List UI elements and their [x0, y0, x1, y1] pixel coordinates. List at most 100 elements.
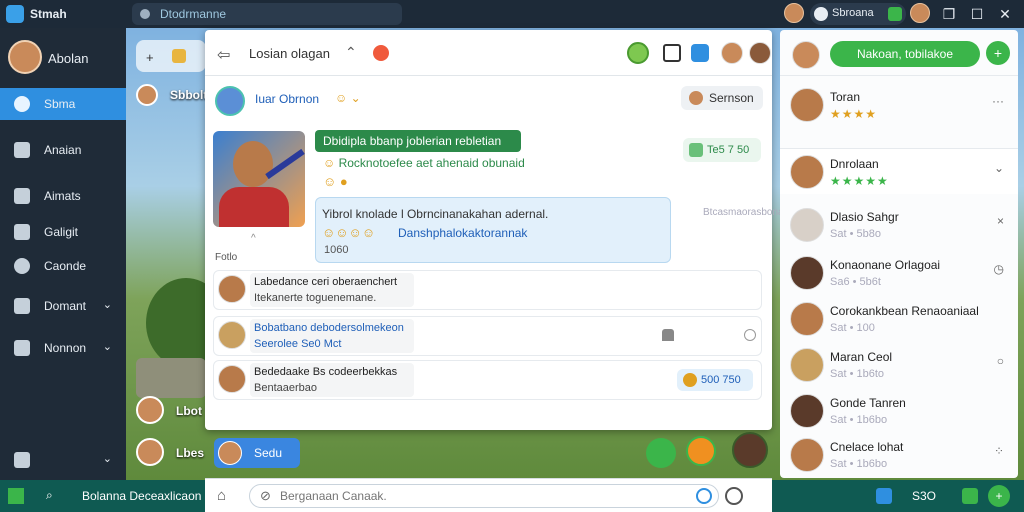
dollar-icon[interactable]: [962, 488, 978, 504]
avatar[interactable]: [910, 3, 930, 23]
restore-icon[interactable]: ❐: [940, 5, 958, 23]
friend-item[interactable]: Dnrolaan ★★★★★ ⌄: [780, 148, 1018, 194]
game-player[interactable]: Lbes: [136, 438, 206, 470]
friend-name: Cnelace lohat: [830, 440, 904, 454]
grid-icon[interactable]: ⁘: [994, 444, 1004, 458]
maximize-icon[interactable]: ☐: [968, 5, 986, 23]
clock-icon[interactable]: ◷: [994, 262, 1004, 276]
avatar: [136, 438, 164, 466]
sidebar-item-games[interactable]: Galigit: [0, 216, 126, 248]
friend-item[interactable]: Corokankbean Renaoaniaal Sat • 100: [780, 296, 1018, 342]
message-link[interactable]: Danshphalokaktorannak: [398, 226, 527, 240]
sidebar-item-upload[interactable]: ⌄: [0, 444, 126, 476]
search-bar[interactable]: Dtodrmanne: [132, 3, 402, 25]
tag-chip[interactable]: Sernson: [681, 86, 763, 110]
avatar: [790, 155, 824, 189]
collapse-caret[interactable]: ^: [251, 233, 256, 244]
user-pill[interactable]: Sbroana: [810, 3, 906, 25]
list-item[interactable]: Labedance ceri oberaenchert Itekanerte t…: [213, 270, 762, 310]
list-item[interactable]: Bobatbano debodersolmekeon Seerolee Se0 …: [213, 316, 762, 356]
close-icon[interactable]: ✕: [996, 5, 1014, 23]
friend-item[interactable]: Gonde Tanren Sat • 1b6bo: [780, 388, 1018, 434]
trophy-icon: [172, 49, 186, 63]
back-arrow-icon[interactable]: ⇦: [217, 45, 230, 65]
plus-icon[interactable]: +: [988, 485, 1010, 507]
game-player[interactable]: Sbbolt: [136, 84, 207, 116]
avatar[interactable]: [784, 3, 804, 23]
plus-icon[interactable]: +: [986, 41, 1010, 65]
message-text: Rocknotoefee aet ahenaid obunaid: [338, 156, 525, 170]
avatar: [790, 348, 824, 382]
avatar: [790, 256, 824, 290]
windows-start-icon[interactable]: [8, 488, 24, 504]
add-friends-button[interactable]: Nakoan, tobilakoe: [830, 41, 980, 67]
chevron-down-icon: ⌄: [102, 453, 112, 465]
message-field[interactable]: ⊘: [249, 484, 719, 508]
message-bubble: Dbidipla bbanp joblerian rebletian: [315, 130, 521, 152]
sidebar-profile[interactable]: Abolan: [6, 38, 120, 78]
reaction-count: 500 750: [701, 374, 741, 386]
emoji-icon[interactable]: [725, 487, 743, 505]
friend-status: Sat • 5b8o: [830, 228, 881, 240]
list-item[interactable]: Bededaake Bs codeerbekkas Bentaaerbao 50…: [213, 360, 762, 400]
avatar[interactable]: [721, 42, 743, 64]
voice-icon[interactable]: [627, 42, 649, 64]
avatar[interactable]: [749, 42, 771, 64]
game-player[interactable]: Lbot: [136, 396, 206, 428]
friend-status: Sa6 • 5b6t: [830, 276, 881, 288]
notification-icon[interactable]: [691, 44, 709, 62]
close-icon[interactable]: ×: [997, 214, 1004, 228]
attach-icon[interactable]: ⊘: [260, 488, 271, 504]
info-icon: [814, 7, 828, 21]
checkbox[interactable]: [744, 329, 756, 341]
reaction-badge[interactable]: 500 750: [677, 369, 753, 391]
message-input[interactable]: [280, 489, 660, 503]
user-pill-label: Sbroana: [832, 7, 874, 19]
sidebar-item-label: Galigit: [44, 225, 79, 239]
friend-item[interactable]: Dlasio Sahgr Sat • 5b8o ×: [780, 202, 1018, 248]
sidebar-item-friends[interactable]: Caonde: [0, 250, 126, 282]
game-player-label: Lbes: [176, 446, 205, 460]
message-sender[interactable]: Iuar Obrnon ☺ ⌄: [215, 86, 395, 116]
reaction-badge[interactable]: Te5 7 50: [683, 138, 761, 162]
search-text: Dtodrmanne: [160, 7, 227, 21]
friend-item[interactable]: Toran ★★★★ ···: [780, 82, 1018, 128]
emoji-reactions[interactable]: ☺ ●: [323, 174, 348, 189]
game-icon[interactable]: [686, 436, 716, 466]
basket-icon[interactable]: ⌂: [217, 487, 226, 504]
sidebar-item-domain[interactable]: Domant ⌄: [0, 290, 126, 322]
sidebar-item-home[interactable]: Sbma: [0, 88, 126, 120]
search-icon[interactable]: ⌕: [46, 488, 53, 503]
sidebar-item-messages[interactable]: Aimats: [0, 180, 126, 212]
avatar[interactable]: [792, 41, 820, 69]
radio-icon[interactable]: ○: [997, 354, 1004, 368]
message-text: Yibrol knolade l Obrncinanakahan adernal…: [322, 207, 549, 221]
game-widget-label: +: [146, 50, 154, 65]
send-icon[interactable]: [696, 488, 712, 504]
active-user-chip[interactable]: Sedu: [214, 438, 300, 468]
taskbar-text: Bolanna Deceaxlicaon: [82, 489, 202, 503]
bell-icon[interactable]: [662, 329, 674, 341]
avatar[interactable]: [732, 432, 768, 468]
chat-bubble-icon[interactable]: [646, 438, 676, 468]
profile-name: Abolan: [48, 51, 89, 66]
game-widget[interactable]: +: [136, 40, 206, 72]
shield-icon[interactable]: [876, 488, 892, 504]
sidebar-item-profile[interactable]: Anaian: [0, 134, 126, 166]
friend-item[interactable]: Maran Ceol Sat • 1b6to ○: [780, 342, 1018, 388]
chevron-down-icon[interactable]: ⌄: [994, 161, 1004, 175]
image-face: [233, 141, 273, 187]
avatar: [8, 40, 42, 74]
chat-window: ⇦ Losian olagan ⌃ Iuar Obrnon ☺ ⌄ Sernso…: [205, 30, 786, 430]
avatar: [790, 88, 824, 122]
sidebar-item-store[interactable]: Nonnon ⌄: [0, 332, 126, 364]
shared-image[interactable]: [213, 131, 305, 227]
sidebar-item-label: Domant: [44, 299, 87, 313]
friend-item[interactable]: Cnelace lohat Sat • 1b6bo ⁘: [780, 432, 1018, 478]
screen-share-icon[interactable]: [663, 44, 681, 62]
chevron-up-icon[interactable]: ⌃: [345, 44, 357, 61]
friend-item[interactable]: Konaonane Orlagoai Sa6 • 5b6t ◷: [780, 250, 1018, 296]
more-icon[interactable]: ···: [992, 94, 1004, 108]
record-icon[interactable]: [373, 45, 389, 61]
avatar: [790, 302, 824, 336]
